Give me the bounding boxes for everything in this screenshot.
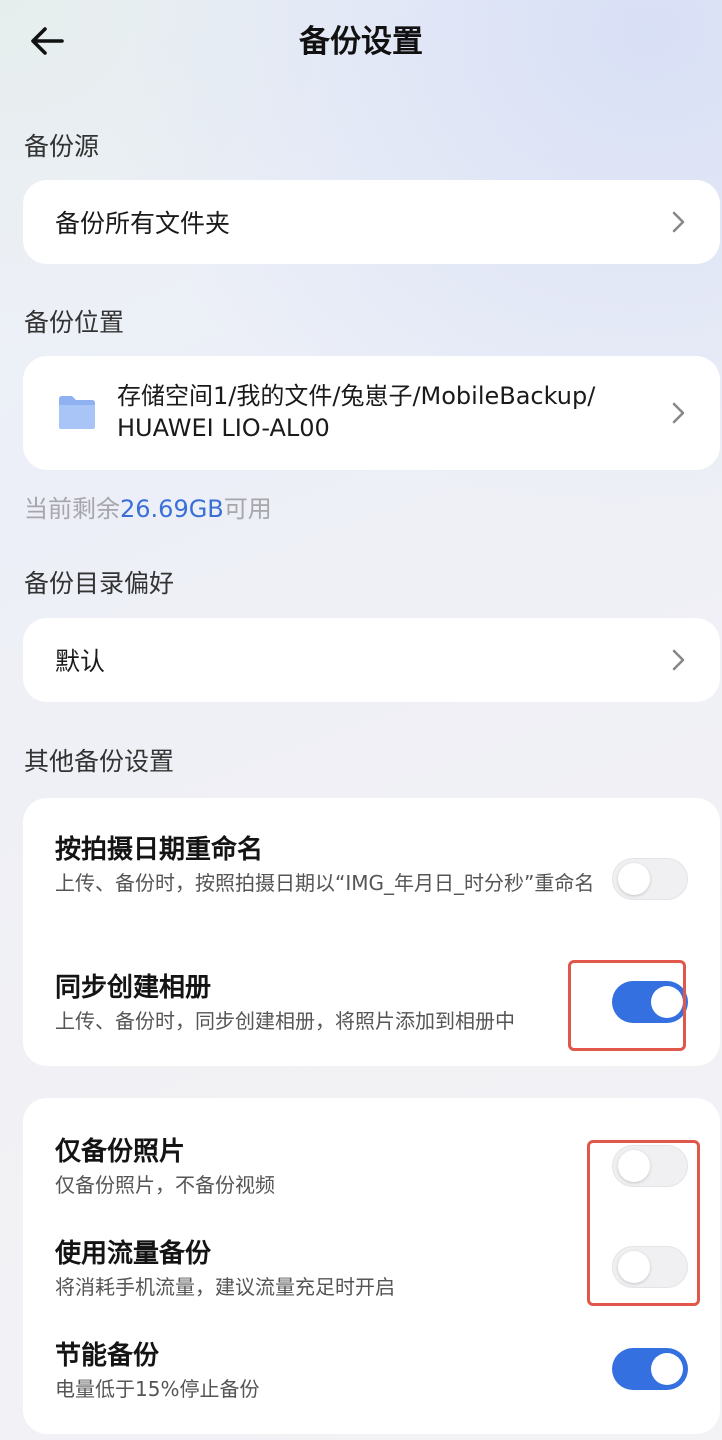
backup-path: 存储空间1/我的文件/兔崽子/MobileBackup/ HUAWEI LIO-… <box>117 380 667 444</box>
section-label-source: 备份源 <box>24 132 100 161</box>
setting-desc: 上传、备份时，按照拍摄日期以“IMG_年月日_时分秒”重命名 <box>55 871 595 895</box>
setting-title: 同步创建相册 <box>55 973 212 1003</box>
folder-icon <box>59 396 95 429</box>
setting-title: 仅备份照片 <box>55 1137 186 1167</box>
backup-source-value: 备份所有文件夹 <box>55 209 231 238</box>
storage-prefix: 当前剩余 <box>24 495 120 523</box>
toggle-knob <box>618 863 650 895</box>
toggle-knob <box>618 1150 650 1182</box>
setting-title: 使用流量备份 <box>55 1239 212 1269</box>
setting-desc: 将消耗手机流量，建议流量充足时开启 <box>55 1275 395 1299</box>
chevron-right-icon <box>672 649 685 671</box>
setting-sync-album: 同步创建相册 上传、备份时，同步创建相册，将照片添加到相册中 <box>55 970 595 1034</box>
setting-photos-only: 仅备份照片 仅备份照片，不备份视频 <box>55 1134 595 1198</box>
setting-title: 节能备份 <box>55 1341 160 1371</box>
page-title: 备份设置 <box>299 24 423 60</box>
setting-power-saving: 节能备份 电量低于15%停止备份 <box>55 1338 595 1402</box>
toggle-sync-album[interactable] <box>612 981 688 1023</box>
section-label-directory: 备份目录偏好 <box>24 569 175 598</box>
toggle-knob <box>651 986 683 1018</box>
setting-rename-by-date: 按拍摄日期重命名 上传、备份时，按照拍摄日期以“IMG_年月日_时分秒”重命名 <box>55 832 595 896</box>
setting-desc: 上传、备份时，同步创建相册，将照片添加到相册中 <box>55 1009 515 1033</box>
storage-suffix: 可用 <box>223 495 272 523</box>
setting-desc: 仅备份照片，不备份视频 <box>55 1173 275 1197</box>
storage-value: 26.69GB <box>120 495 224 523</box>
directory-preference-value: 默认 <box>55 647 106 676</box>
backup-location-row[interactable]: 存储空间1/我的文件/兔崽子/MobileBackup/ HUAWEI LIO-… <box>23 356 720 470</box>
toggle-cellular-backup[interactable] <box>612 1246 688 1288</box>
toggle-rename-by-date[interactable] <box>612 858 688 900</box>
backup-source-row[interactable]: 备份所有文件夹 <box>23 180 720 264</box>
top-bar: 备份设置 <box>0 0 722 86</box>
toggle-knob <box>651 1353 683 1385</box>
storage-remaining: 当前剩余26.69GB可用 <box>24 492 272 526</box>
toggle-knob <box>618 1251 650 1283</box>
chevron-right-icon <box>672 211 685 233</box>
section-label-other: 其他备份设置 <box>24 747 175 776</box>
more-settings-card: 仅备份照片 仅备份照片，不备份视频 使用流量备份 将消耗手机流量，建议流量充足时… <box>23 1098 720 1434</box>
setting-title: 按拍摄日期重命名 <box>55 835 264 865</box>
backup-path-line2: HUAWEI LIO-AL00 <box>117 414 330 442</box>
setting-cellular-backup: 使用流量备份 将消耗手机流量，建议流量充足时开启 <box>55 1236 595 1300</box>
toggle-power-saving[interactable] <box>612 1348 688 1390</box>
toggle-photos-only[interactable] <box>612 1145 688 1187</box>
section-label-location: 备份位置 <box>24 308 125 337</box>
chevron-right-icon <box>672 402 685 424</box>
setting-desc: 电量低于15%停止备份 <box>55 1377 260 1401</box>
directory-preference-row[interactable]: 默认 <box>23 618 720 702</box>
backup-path-line1: 存储空间1/我的文件/兔崽子/MobileBackup/ <box>117 382 596 410</box>
other-settings-card: 按拍摄日期重命名 上传、备份时，按照拍摄日期以“IMG_年月日_时分秒”重命名 … <box>23 798 720 1066</box>
